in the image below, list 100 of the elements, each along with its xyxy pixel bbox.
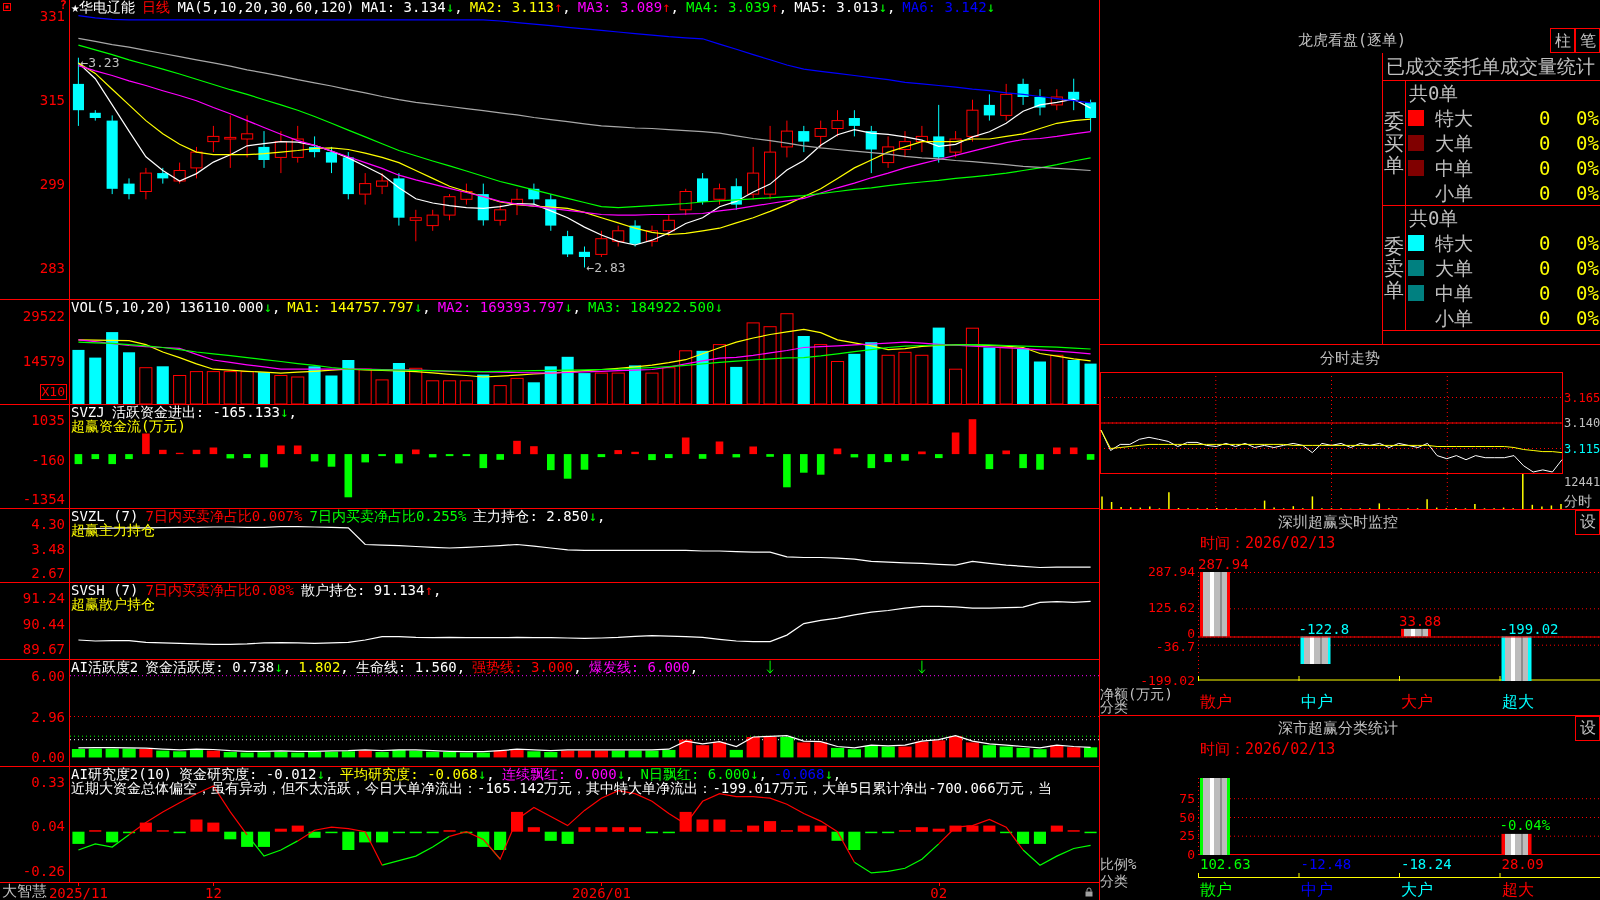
axis-label: 6.00 [31,669,65,682]
axis-title: 净额(万元) [1100,688,1173,701]
legend-item: 主力持仓: 2.850↓, [473,509,606,523]
axis-label: 315 [39,93,65,106]
legend-item: AI活跃度2 [71,660,139,674]
order-size-label: 中单 [1435,156,1474,179]
legend-item: 7日内买卖净占比0.007% [145,509,303,523]
value-label: -12.48 [1299,855,1353,873]
legend-item: 生命线: 1.560, [355,660,466,674]
legend-item: SVSH (7) [71,583,139,597]
legend-item: 7日内买卖净占比0.08% [145,583,294,597]
order-share: 0% [1576,181,1600,204]
date-label: 12 [204,886,222,900]
category-label: 大户 [1400,880,1434,898]
category-label: 中户 [1299,880,1334,898]
axis-label: 0.04 [31,819,65,832]
legend-item: 平均研究度: -0.068↓, [340,767,495,781]
volume-label: 分时 [1564,494,1592,508]
legend-item: MA3: 184922.500↓ [587,300,723,314]
category-label: 散户 [1199,693,1233,710]
legend-item: MA2: 169393.797↓, [437,300,581,314]
legend-item: -0.068↓, [773,767,842,781]
order-size-label: 大单 [1435,132,1474,154]
legend-item: MA2: 3.113↑, [469,0,571,14]
axis-label: 2.96 [31,711,65,724]
axis-label: 75 [1179,792,1195,805]
category-label: 超大 [1500,880,1535,898]
value-label: 33.88 [1399,613,1442,628]
value-label: 28.09 [1500,855,1545,873]
legend-item: MA1: 3.134↓, [361,0,463,14]
order-size-label: 特大 [1435,107,1474,130]
category-label: 超大 [1500,693,1535,710]
axis-label: 287.94 [1148,566,1195,578]
value-label: 287.94 [1198,557,1249,571]
date-label: 2025/11 [48,886,108,900]
chart-annotation: -0.04% [1499,817,1551,832]
order-share: 0% [1576,281,1600,304]
legend-item: 超赢散户持仓 [71,597,155,611]
panel-title: 龙虎看盘(逐单) [1298,30,1407,51]
axis-label: 3.115 [1564,442,1600,455]
legend-item: 136110.000↓, [179,300,281,314]
order-count: 0 [1539,281,1552,304]
brand-label: 大智慧 [2,883,47,900]
axis-label: 4.30 [31,518,65,531]
order-total: 共0单 [1409,82,1459,105]
legend-item: 日线 [142,0,171,14]
legend-item: MA6: 3.142↓ [902,0,996,14]
order-size-label: 特大 [1435,232,1474,255]
axis-label: -36.7 [1155,641,1195,654]
value-label: -122.8 [1298,621,1350,636]
panel-title: 分时走势 [1319,348,1381,369]
axis-label: 0.00 [31,751,65,764]
axis-label: 3.165 [1564,391,1600,404]
volume-peak-label: 12441 [1564,476,1600,488]
legend-item: VOL(5,10,20) [71,300,173,314]
legend-item: 超赢资金流(万元) [71,419,186,433]
order-count: 0 [1539,232,1552,255]
order-size-label: 中单 [1435,281,1474,304]
group-label: 委卖单 [1384,235,1404,301]
order-count: 0 [1539,306,1552,329]
axis-label: 331 [39,9,65,22]
value-label: -18.24 [1400,855,1453,873]
table-title: 已成交委托单成交量统计 [1383,53,1600,81]
axis-title: 比例% [1100,855,1137,873]
axis-label: 1035 [31,413,65,426]
legend-item: N日飘红: 6.000↓, [640,767,767,781]
time-label: 时间：2026/02/13 [1199,741,1337,758]
date-label: 2026/01 [571,886,631,900]
order-count: 0 [1539,132,1552,154]
price-annotation: ←2.83 [586,260,626,274]
order-total: 共0单 [1409,207,1459,230]
time-label: 时间：2026/02/13 [1199,535,1337,552]
legend-item: 散户持仓: 91.134↑, [301,583,442,597]
order-size-label: 大单 [1435,257,1474,279]
legend-item: MA3: 3.089↑, [577,0,679,14]
axis-title: 分类 [1100,873,1128,889]
legend-item: AI研究度2(10) [71,767,172,781]
value-label: 102.63 [1199,855,1252,873]
order-count: 0 [1539,257,1552,279]
axis-label: 3.140 [1564,417,1600,429]
axis-label: 3.48 [31,542,65,555]
axis-label: 25 [1179,830,1195,843]
order-size-label: 小单 [1435,181,1474,204]
legend-item: 资金活跃度: 0.738↓, [145,660,292,674]
category-label: 散户 [1199,880,1233,898]
legend-item: MA4: 3.039↑, [685,0,788,14]
order-share: 0% [1576,306,1600,329]
axis-label: 0.33 [31,775,65,788]
legend-item: 7日内买卖净占比0.255% [309,509,467,523]
legend-item: ★华电辽能 [71,0,136,14]
order-share: 0% [1576,132,1600,154]
axis-label: 2.67 [31,566,65,579]
price-annotation: ←3.23 [80,55,120,69]
axis-label: 299 [39,177,65,190]
axis-title: 分类 [1100,701,1128,714]
axis-label: 0 [1187,849,1195,861]
category-label: 大户 [1400,693,1434,710]
axis-label: 14579 [22,354,65,367]
axis-label: -199.02 [1140,675,1195,687]
legend-item: 强势线: 3.000, [472,660,582,674]
